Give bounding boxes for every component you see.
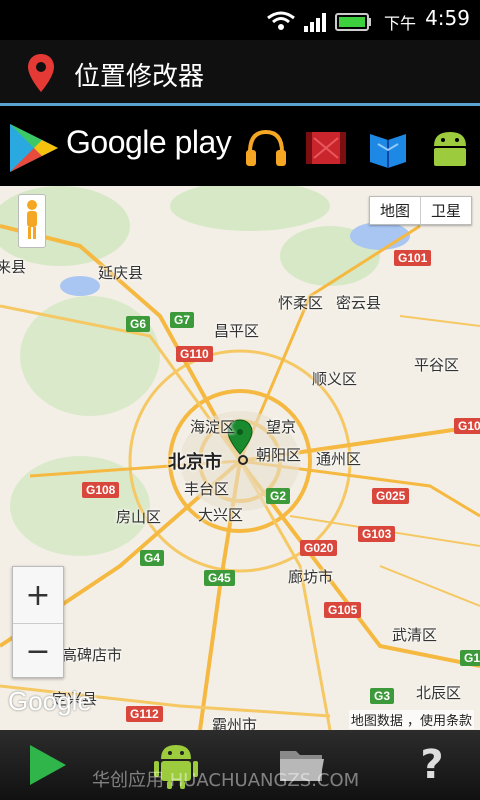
map-label: 房山区	[116, 508, 162, 526]
headphones-icon[interactable]	[244, 126, 288, 170]
zoom-out-button[interactable]: −	[13, 623, 63, 679]
route-shield: G4	[140, 550, 165, 566]
status-time: 4:59	[425, 6, 470, 30]
street-view-pegman[interactable]	[18, 194, 46, 248]
wifi-signal-battery-icon	[267, 11, 371, 32]
play-icon	[30, 745, 66, 785]
zoom-in-button[interactable]: +	[13, 567, 63, 623]
google-play-label: Google play	[66, 124, 232, 160]
map-label: 延庆县	[98, 264, 144, 282]
map-label: 通州区	[316, 450, 362, 468]
route-shield: G112	[126, 706, 163, 722]
zoom-control: + −	[12, 566, 64, 678]
map-type-satellite-button[interactable]: 卫星	[419, 197, 471, 224]
android-icon[interactable]	[428, 126, 472, 170]
route-shield: G3	[370, 688, 395, 704]
map-label: 昌平区	[214, 322, 260, 340]
route-shield: G1	[460, 650, 480, 666]
map-type-map-button[interactable]: 地图	[370, 197, 420, 224]
pegman-icon	[27, 200, 37, 239]
map-label: 怀柔区	[278, 294, 324, 312]
map-label: 来县	[0, 258, 27, 276]
bottom-action-bar: ? 华创应用 HUACHUANGZS.COM	[0, 730, 480, 800]
map-label: 望京	[266, 418, 297, 436]
route-shield: G101	[394, 250, 432, 266]
map-view[interactable]: 来县 延庆县 怀柔区 密云县 昌平区 平谷区 顺义区 海淀区 望京 北京市 朝阳…	[0, 186, 480, 730]
google-play-banner[interactable]: Google play	[0, 106, 480, 186]
help-icon: ?	[420, 742, 444, 788]
play-store-icon	[8, 122, 60, 178]
map-label: 密云县	[336, 294, 382, 312]
route-shield: G025	[372, 488, 410, 504]
map-label: 顺义区	[312, 370, 358, 388]
route-shield: G45	[204, 570, 235, 586]
route-shield: G10	[454, 418, 480, 434]
map-label: 大兴区	[198, 506, 244, 524]
page-title: 位置修改器	[74, 62, 205, 92]
route-shield: G020	[300, 540, 338, 556]
map-label: 霸州市	[212, 716, 258, 730]
route-shield: G108	[82, 482, 120, 498]
start-button[interactable]	[16, 740, 76, 790]
status-ampm: 下午	[383, 14, 416, 33]
route-shield: G6	[126, 316, 151, 332]
status-icons	[266, 8, 376, 38]
map-attribution[interactable]: 地图数据 ，使用条款	[348, 710, 474, 729]
route-shield: G7	[170, 312, 195, 328]
map-type-toggle: 地图 卫星	[368, 196, 472, 225]
help-button[interactable]: ?	[402, 740, 462, 790]
map-label: 廊坊市	[288, 568, 334, 586]
map-label: 武清区	[392, 626, 438, 644]
route-shield: G2	[266, 488, 291, 504]
route-shield: G103	[358, 526, 396, 542]
map-label: 丰台区	[184, 480, 230, 498]
map-label: 高碑店市	[62, 646, 123, 664]
status-bar: 下午 4:59	[0, 0, 480, 40]
title-bar: 位置修改器	[0, 40, 480, 106]
map-label-capital: 北京市	[168, 452, 222, 473]
watermark-text: 华创应用 HUACHUANGZS.COM	[92, 770, 360, 791]
map-label: 朝阳区	[256, 446, 302, 464]
map-label: 北辰区	[416, 684, 462, 702]
map-label: 海淀区	[190, 418, 236, 436]
route-shield: G105	[324, 602, 362, 618]
movie-icon[interactable]	[304, 126, 348, 170]
location-pin-icon	[28, 54, 54, 96]
books-icon[interactable]	[366, 126, 410, 170]
route-shield: G110	[176, 346, 213, 362]
google-logo: Google	[8, 686, 92, 716]
map-label: 平谷区	[414, 356, 460, 374]
